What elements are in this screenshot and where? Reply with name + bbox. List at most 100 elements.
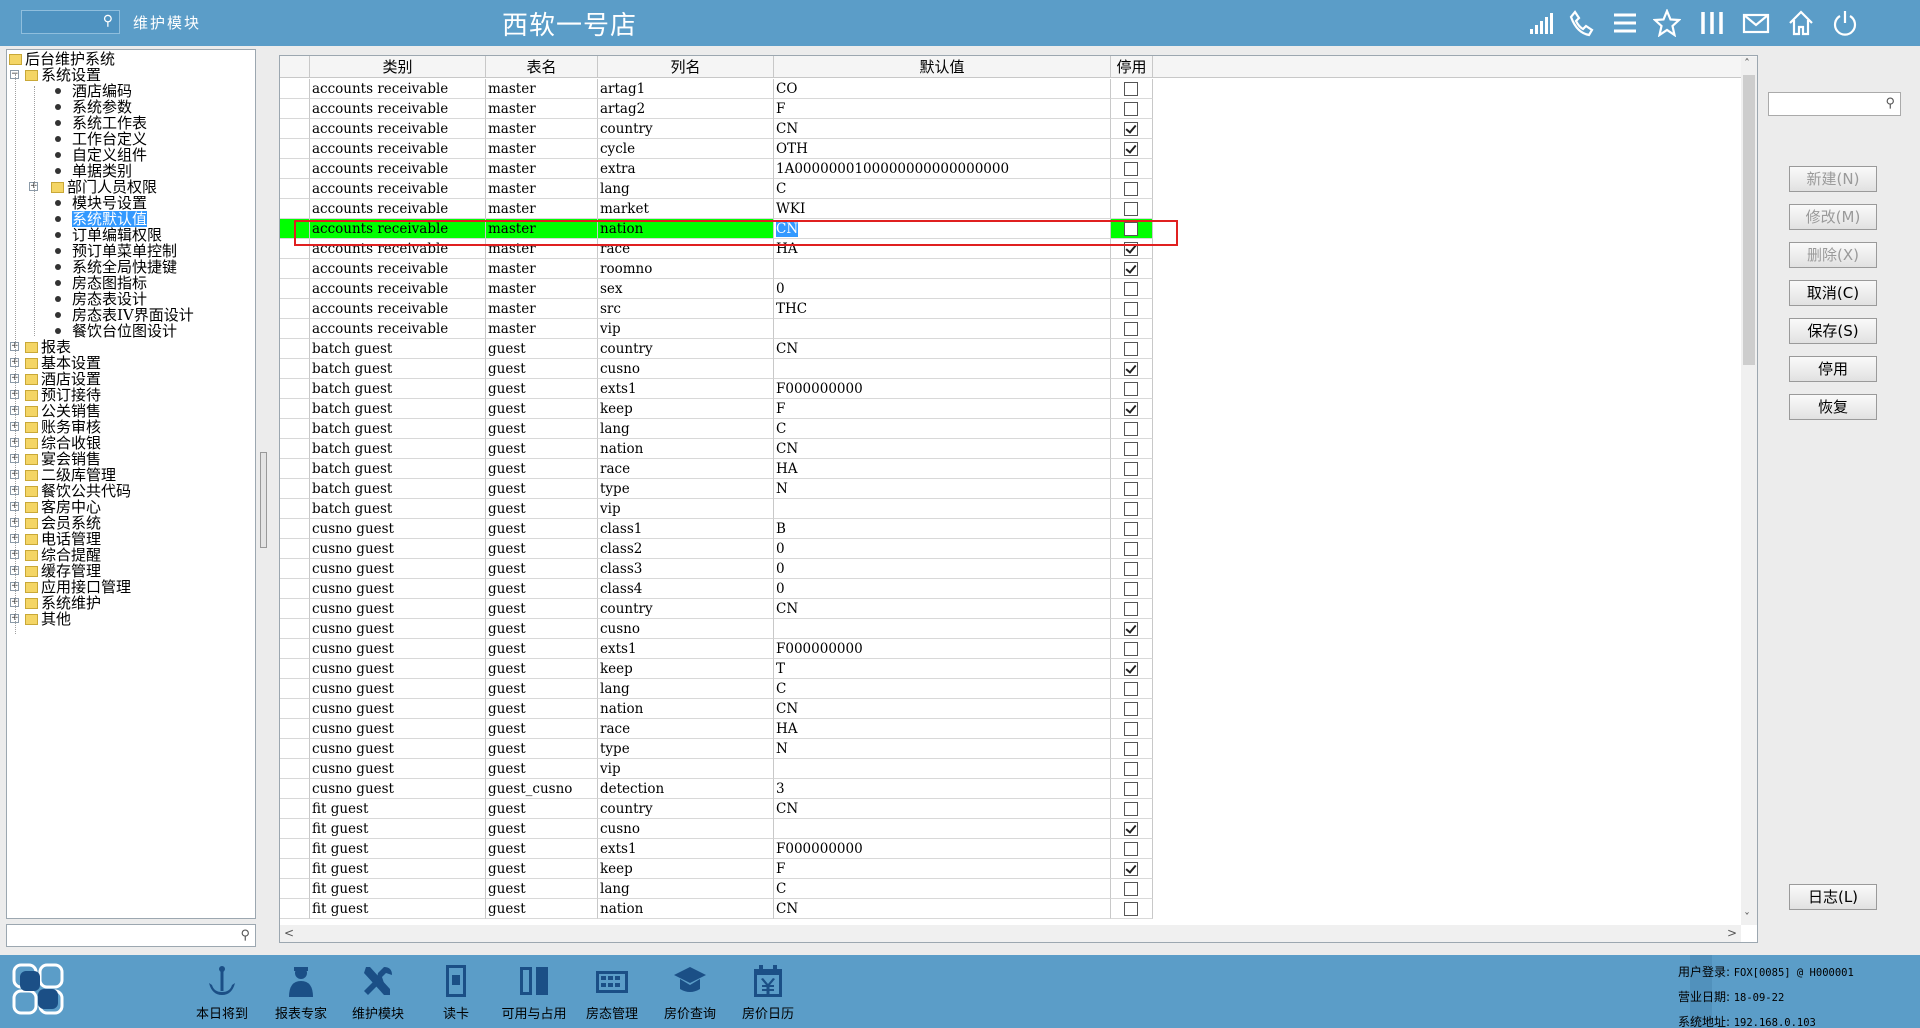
tree-node[interactable]: 餐饮台位图设计 (51, 323, 177, 339)
disabled-checkbox[interactable] (1124, 902, 1138, 916)
table-row[interactable]: cusno guest guest keep T (280, 659, 1757, 679)
table-row[interactable]: fit guest guest exts1 F000000000 (280, 839, 1757, 859)
vertical-scrollbar[interactable]: ˆ ˇ (1741, 57, 1757, 925)
tree-node[interactable]: 应用接口管理 (25, 579, 131, 595)
cell-default[interactable]: CN (774, 439, 1111, 459)
tree-node[interactable]: 工作台定义 (51, 131, 147, 147)
search-icon[interactable]: ⚲ (1885, 96, 1895, 111)
taskbar-arrivals[interactable]: 本日将到 (184, 963, 260, 1025)
table-row[interactable]: batch guest guest cusno (280, 359, 1757, 379)
tree-node[interactable]: 部门人员权限 (51, 179, 157, 195)
table-row[interactable]: cusno guest guest class1 B (280, 519, 1757, 539)
cell-column[interactable]: class2 (598, 539, 774, 559)
cell-default[interactable]: HA (774, 239, 1111, 259)
cell-category[interactable]: accounts receivable (310, 319, 486, 339)
cell-default[interactable]: 0 (774, 559, 1111, 579)
scroll-up-icon[interactable]: ˆ (1744, 57, 1750, 71)
cell-default[interactable]: F000000000 (774, 839, 1111, 859)
tree-node[interactable]: 缓存管理 (25, 563, 101, 579)
cell-category[interactable]: accounts receivable (310, 159, 486, 179)
tree-node[interactable]: 单据类别 (51, 163, 132, 179)
cell-category[interactable]: batch guest (310, 459, 486, 479)
cell-disabled[interactable] (1111, 739, 1153, 759)
disabled-checkbox[interactable] (1124, 422, 1138, 436)
cell-disabled[interactable] (1111, 699, 1153, 719)
tree-node[interactable]: 系统维护 (25, 595, 101, 611)
disabled-checkbox[interactable] (1124, 502, 1138, 516)
cell-table[interactable]: guest (486, 499, 598, 519)
cell-disabled[interactable] (1111, 819, 1153, 839)
cell-table[interactable]: master (486, 179, 598, 199)
cell-disabled[interactable] (1111, 479, 1153, 499)
restore-button[interactable]: 恢复 (1789, 394, 1877, 420)
cell-disabled[interactable] (1111, 419, 1153, 439)
cell-disabled[interactable] (1111, 619, 1153, 639)
cell-disabled[interactable] (1111, 719, 1153, 739)
tree-node[interactable]: 系统参数 (51, 99, 132, 115)
cell-disabled[interactable] (1111, 239, 1153, 259)
cell-default[interactable]: N (774, 739, 1111, 759)
tree-node[interactable]: 系统工作表 (51, 115, 147, 131)
cell-default[interactable]: 0 (774, 579, 1111, 599)
cell-column[interactable]: lang (598, 679, 774, 699)
table-row[interactable]: accounts receivable master race HA (280, 239, 1757, 259)
tree-node[interactable]: 酒店编码 (51, 83, 132, 99)
cell-category[interactable]: cusno guest (310, 679, 486, 699)
cell-default[interactable]: N (774, 479, 1111, 499)
disabled-checkbox[interactable] (1124, 762, 1138, 776)
cell-category[interactable]: cusno guest (310, 739, 486, 759)
table-row[interactable]: cusno guest guest nation CN (280, 699, 1757, 719)
cell-category[interactable]: accounts receivable (310, 119, 486, 139)
cell-default[interactable]: C (774, 679, 1111, 699)
tree-node[interactable]: 餐饮公共代码 (25, 483, 131, 499)
cell-column[interactable]: market (598, 199, 774, 219)
cell-category[interactable]: cusno guest (310, 559, 486, 579)
cell-column[interactable]: cusno (598, 359, 774, 379)
tree-node[interactable]: 系统设置 (25, 67, 101, 83)
table-row[interactable]: fit guest guest cusno (280, 819, 1757, 839)
tree-node[interactable]: 公关销售 (25, 403, 101, 419)
cell-table[interactable]: guest (486, 339, 598, 359)
app-logo-icon[interactable] (12, 963, 66, 1017)
cell-default[interactable]: CN (774, 219, 1111, 239)
cell-disabled[interactable] (1111, 799, 1153, 819)
cell-column[interactable]: roomno (598, 259, 774, 279)
cell-table[interactable]: master (486, 279, 598, 299)
cell-category[interactable]: accounts receivable (310, 259, 486, 279)
cell-category[interactable]: cusno guest (310, 599, 486, 619)
cell-table[interactable]: guest (486, 719, 598, 739)
cell-column[interactable]: country (598, 339, 774, 359)
cell-default[interactable] (774, 619, 1111, 639)
cell-default[interactable]: F (774, 99, 1111, 119)
cell-category[interactable]: cusno guest (310, 719, 486, 739)
search-icon[interactable]: ⚲ (103, 13, 113, 29)
tree-node[interactable]: 综合提醒 (25, 547, 101, 563)
cell-disabled[interactable] (1111, 679, 1153, 699)
table-row[interactable]: cusno guest guest race HA (280, 719, 1757, 739)
cell-column[interactable]: exts1 (598, 839, 774, 859)
cell-column[interactable]: race (598, 459, 774, 479)
cell-category[interactable]: accounts receivable (310, 79, 486, 99)
cell-table[interactable]: guest (486, 819, 598, 839)
cell-category[interactable]: accounts receivable (310, 239, 486, 259)
disabled-checkbox[interactable] (1124, 262, 1138, 276)
cell-column[interactable]: lang (598, 419, 774, 439)
tree-node[interactable]: 系统默认值 (51, 211, 148, 227)
disabled-checkbox[interactable] (1124, 102, 1138, 116)
cell-disabled[interactable] (1111, 219, 1153, 239)
cell-default[interactable]: F (774, 399, 1111, 419)
cell-table[interactable]: guest (486, 419, 598, 439)
scroll-thumb[interactable] (1743, 75, 1755, 365)
disabled-checkbox[interactable] (1124, 282, 1138, 296)
cell-column[interactable]: vip (598, 319, 774, 339)
cell-category[interactable]: fit guest (310, 799, 486, 819)
cell-table[interactable]: guest (486, 559, 598, 579)
cell-table[interactable]: master (486, 239, 598, 259)
cell-default[interactable]: CN (774, 599, 1111, 619)
cell-disabled[interactable] (1111, 199, 1153, 219)
table-row[interactable]: accounts receivable master artag2 F (280, 99, 1757, 119)
tree-node[interactable]: 会员系统 (25, 515, 101, 531)
cell-column[interactable]: artag1 (598, 79, 774, 99)
tree-node[interactable]: 综合收银 (25, 435, 101, 451)
cell-default[interactable] (774, 359, 1111, 379)
